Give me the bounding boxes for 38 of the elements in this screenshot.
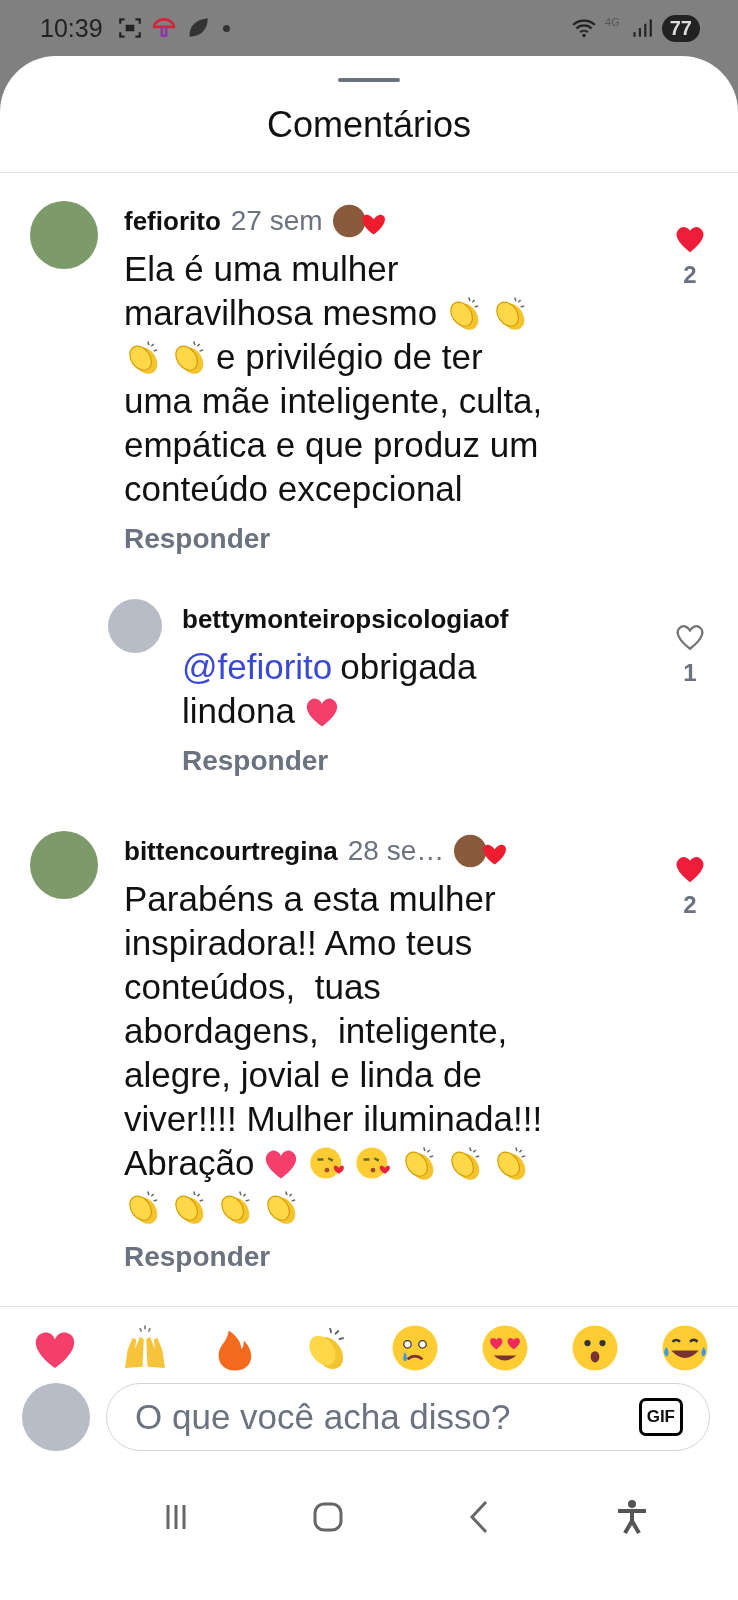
cry-emoji[interactable] (390, 1323, 440, 1373)
screenshot-icon (116, 15, 143, 41)
battery-level: 77 (661, 14, 700, 42)
gif-button[interactable]: GIF (638, 1398, 683, 1436)
comment-text: uma mãe inteligente, culta, (124, 381, 543, 421)
drag-handle[interactable] (338, 78, 400, 82)
username[interactable]: bittencourtregina (124, 835, 338, 867)
hearteyes-emoji[interactable] (480, 1323, 530, 1373)
sheet-title: Comentários (0, 82, 738, 173)
comment-text: Abração (124, 1143, 255, 1183)
comment-text: Ela é uma mulher (124, 249, 399, 289)
username[interactable]: fefiorito (124, 205, 221, 237)
like-count: 2 (683, 891, 697, 919)
reply-link[interactable]: Responder (182, 745, 329, 776)
notification-dot (222, 24, 230, 32)
comment-text: empática e que produz um (124, 425, 539, 465)
comment-time: 27 sem (230, 205, 323, 237)
comment-text: conteúdos, tuas (124, 967, 381, 1007)
like-count: 1 (683, 659, 697, 687)
laugh-emoji[interactable] (660, 1323, 710, 1373)
comment-text: obrigada (340, 647, 477, 687)
status-time: 10:39 (40, 13, 103, 43)
comment-text: alegre, jovial e linda de (124, 1055, 482, 1095)
comment-text: abordagens, inteligente, (124, 1011, 508, 1051)
comment-text: lindona (182, 691, 295, 731)
comment-text: maravilhosa mesmo (124, 293, 438, 333)
reply-link[interactable]: Responder (124, 1241, 271, 1272)
reply-link[interactable]: Responder (124, 523, 271, 554)
wow-emoji[interactable] (570, 1323, 620, 1373)
mention-link[interactable]: @fefiorito (182, 647, 333, 687)
like-count: 2 (683, 261, 697, 289)
username[interactable]: bettymonteiropsicologiaof (182, 603, 509, 635)
comment-text: viver!!!! Mulher iluminada!!! (124, 1099, 543, 1139)
comment-text: e privilégio de ter (216, 337, 483, 377)
comment-text: conteúdo excepcional (124, 469, 463, 509)
comment-time: 28 se… (347, 835, 445, 867)
comment-text: Parabéns a esta mulher (124, 879, 496, 919)
comment-text: inspiradora!! Amo teus (124, 923, 473, 963)
